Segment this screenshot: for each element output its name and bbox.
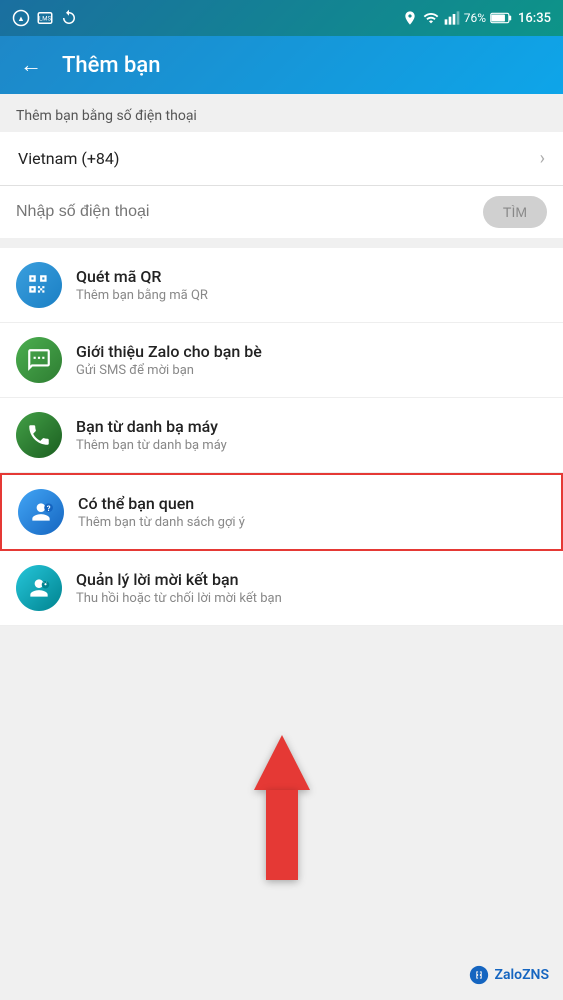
phone-input[interactable] [16,203,473,221]
watermark: ZaloZNS [468,964,549,986]
arrow-up-head [254,735,310,790]
search-button[interactable]: TÌM [483,196,547,228]
battery-percent: 76% [464,11,486,25]
qr-code-icon [26,272,52,298]
manage-subtitle: Thu hồi hoặc từ chối lời mời kết bạn [76,591,547,606]
qr-title: Quét mã QR [76,267,547,286]
section-label: Thêm bạn bằng số điện thoại [0,94,563,132]
manage-item-text: Quản lý lời mời kết bạn Thu hồi hoặc từ … [76,570,547,606]
time-display: 16:35 [518,11,551,26]
zalo-logo-icon [468,964,490,986]
phone-icon [26,422,52,448]
country-row[interactable]: Vietnam (+84) › [0,132,563,186]
page-title: Thêm bạn [62,53,161,78]
status-bar-left: ▲ LMS [12,9,78,27]
country-text: Vietnam (+84) [18,149,119,168]
svg-text:▲: ▲ [17,14,24,23]
manage-icon-circle [16,565,62,611]
signal-icon [444,10,460,26]
sms-icon [26,347,52,373]
alarm-icon [402,10,418,26]
sms-icon-circle [16,337,62,383]
suggestions-item-text: Có thể bạn quen Thêm bạn từ danh sách gợ… [78,494,545,530]
suggestions-icon-circle: ? [18,489,64,535]
back-button[interactable]: ← [16,48,46,82]
sms-item-text: Giới thiệu Zalo cho bạn bè Gửi SMS để mờ… [76,342,547,378]
status-bar-right: 76% 16:35 [402,10,551,26]
qr-subtitle: Thêm bạn bằng mã QR [76,288,547,303]
contacts-icon-circle [16,412,62,458]
person-question-icon: ? [28,499,54,525]
person-gear-icon [26,575,52,601]
watermark-text: ZaloZNS [495,967,549,983]
menu-item-qr[interactable]: Quét mã QR Thêm bạn bằng mã QR [0,248,563,323]
contacts-title: Bạn từ danh bạ máy [76,417,547,436]
top-bar: ← Thêm bạn [0,36,563,94]
menu-item-suggestions[interactable]: ? Có thể bạn quen Thêm bạn từ danh sách … [0,473,563,551]
battery-icon [490,11,512,25]
wifi-icon [422,10,440,26]
menu-item-sms[interactable]: Giới thiệu Zalo cho bạn bè Gửi SMS để mờ… [0,323,563,398]
contacts-subtitle: Thêm bạn từ danh bạ máy [76,438,547,453]
qr-icon-circle [16,262,62,308]
manage-title: Quản lý lời mời kết bạn [76,570,547,589]
menu-item-contacts[interactable]: Bạn từ danh bạ máy Thêm bạn từ danh bạ m… [0,398,563,473]
lms-icon: LMS [36,9,54,27]
menu-item-manage[interactable]: Quản lý lời mời kết bạn Thu hồi hoặc từ … [0,551,563,626]
status-bar: ▲ LMS 76% 16:35 [0,0,563,36]
sms-subtitle: Gửi SMS để mời bạn [76,363,547,378]
chevron-right-icon: › [540,148,545,169]
suggestions-title: Có thể bạn quen [78,494,545,513]
notification-icon: ▲ [12,9,30,27]
arrow-shaft [266,790,298,880]
svg-text:?: ? [47,504,51,513]
refresh-icon [60,9,78,27]
svg-text:LMS: LMS [39,15,51,22]
menu-list: Quét mã QR Thêm bạn bằng mã QR Giới thiệ… [0,248,563,626]
suggestions-subtitle: Thêm bạn từ danh sách gợi ý [78,515,545,530]
contacts-item-text: Bạn từ danh bạ máy Thêm bạn từ danh bạ m… [76,417,547,453]
arrow-indicator [254,735,310,880]
content-area: Thêm bạn bằng số điện thoại Vietnam (+84… [0,94,563,1000]
sms-title: Giới thiệu Zalo cho bạn bè [76,342,547,361]
qr-item-text: Quét mã QR Thêm bạn bằng mã QR [76,267,547,303]
phone-input-row: TÌM [0,186,563,238]
